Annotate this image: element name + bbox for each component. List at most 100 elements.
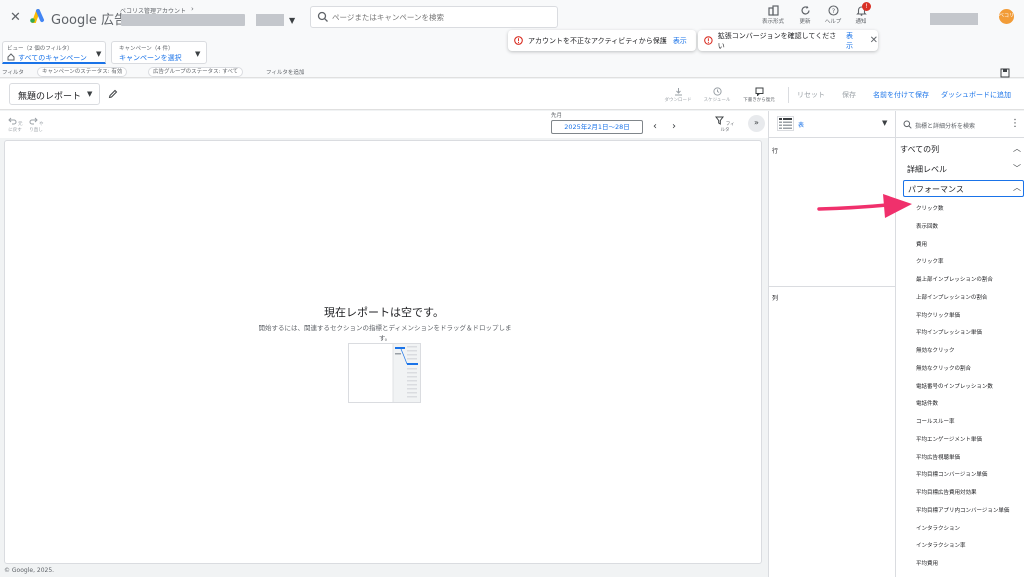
table-icon bbox=[777, 116, 794, 131]
view-mode-icon bbox=[767, 5, 779, 16]
report-toolbar bbox=[0, 79, 1024, 110]
save-as-button[interactable]: 名前を付けて保存 bbox=[873, 90, 929, 100]
undo-icon bbox=[7, 117, 17, 125]
metric-item[interactable]: 費用 bbox=[916, 240, 927, 248]
report-canvas: 現在レポートは空です。 開始するには、関連するセクションの指標とディメンションを… bbox=[4, 140, 762, 564]
user-name-redacted[interactable] bbox=[930, 13, 978, 25]
campaign-selector[interactable]: キャンペーン（4 件） キャンペーンを選択 ▼ bbox=[111, 41, 207, 64]
metric-item[interactable]: インタラクション bbox=[916, 524, 960, 532]
pencil-icon[interactable] bbox=[108, 89, 118, 99]
search-input[interactable] bbox=[332, 10, 552, 24]
date-range-picker[interactable]: 2025年2月1日〜28日 bbox=[551, 120, 643, 134]
panel-divider bbox=[768, 286, 895, 287]
filter-icon bbox=[715, 116, 725, 125]
filter-button[interactable]: フィルタ bbox=[714, 116, 736, 133]
help-button[interactable]: ? ヘルプ bbox=[818, 5, 848, 25]
campaign-selector-value: キャンペーンを選択 bbox=[119, 54, 182, 62]
clock-icon bbox=[712, 87, 722, 96]
reset-button[interactable]: リセット bbox=[797, 90, 825, 100]
metric-item[interactable]: インタラクション率 bbox=[916, 541, 966, 549]
columns-drop-zone-label: 列 bbox=[772, 295, 779, 302]
save-icon[interactable] bbox=[1000, 68, 1010, 78]
search-icon bbox=[317, 11, 328, 22]
chevron-down-icon: ▼ bbox=[87, 90, 93, 98]
account-dropdown-icon[interactable]: ▼ bbox=[289, 16, 295, 25]
chevron-right-icon: › bbox=[191, 5, 194, 13]
chevron-down-icon: ▼ bbox=[96, 50, 102, 58]
metric-item[interactable]: 平均クリック単価 bbox=[916, 311, 960, 319]
more-vert-icon[interactable]: ⋮ bbox=[1010, 118, 1020, 129]
notifications-button[interactable]: 通知 ! bbox=[846, 2, 876, 25]
schedule-button[interactable]: スケジュール bbox=[699, 87, 735, 103]
restore-draft-label: 下書きから復元 bbox=[743, 98, 775, 103]
section-all-columns[interactable]: すべての列 bbox=[900, 144, 939, 155]
metric-item[interactable]: 上部インプレッションの割合 bbox=[916, 293, 987, 301]
view-selector-small: ビュー（2 個のフィルタ） bbox=[7, 46, 73, 52]
error-icon bbox=[514, 36, 523, 45]
error-icon bbox=[704, 36, 713, 45]
add-filter-button[interactable]: フィルタを追加 bbox=[266, 68, 304, 76]
metric-item[interactable]: 無効なクリック bbox=[916, 346, 955, 354]
toast-view-link[interactable]: 表示 bbox=[673, 36, 687, 46]
metric-item[interactable]: 電話件数 bbox=[916, 399, 938, 407]
metric-item[interactable]: 無効なクリックの割合 bbox=[916, 364, 971, 372]
close-icon[interactable]: ✕ bbox=[10, 10, 21, 25]
toast-view-link[interactable]: 表示 bbox=[846, 31, 860, 51]
chevron-up-icon[interactable]: ︿ bbox=[1013, 143, 1021, 154]
notification-badge: ! bbox=[862, 2, 871, 11]
metric-item[interactable]: 平均エンゲージメント単価 bbox=[916, 435, 982, 443]
toolbar-divider bbox=[788, 87, 789, 103]
report-title-dropdown[interactable]: 無題のレポート ▼ bbox=[9, 83, 100, 105]
account-name-redacted[interactable] bbox=[121, 14, 245, 26]
notifications-label: 通知 bbox=[855, 19, 867, 25]
copyright-footer: © Google, 2025. bbox=[4, 567, 55, 574]
metric-item[interactable]: クリック率 bbox=[916, 257, 944, 265]
metric-item[interactable]: 平均インプレッション単価 bbox=[916, 328, 982, 336]
metric-item[interactable]: 平均広告視聴単価 bbox=[916, 453, 960, 461]
filter-chip-campaign-status[interactable]: キャンペーンのステータス: 有効 bbox=[37, 67, 128, 77]
metric-item[interactable]: 平均目標アプリ内コンバージョン単価 bbox=[916, 506, 1009, 514]
metric-item[interactable]: 電話番号のインプレッション数 bbox=[916, 382, 993, 390]
save-button[interactable]: 保存 bbox=[842, 90, 856, 100]
metric-item[interactable]: 平均目標広告費用対効果 bbox=[916, 488, 977, 496]
metric-item[interactable]: コールスルー率 bbox=[916, 417, 955, 425]
metric-item[interactable]: 平均費用 bbox=[916, 559, 938, 567]
schedule-label: スケジュール bbox=[703, 98, 731, 103]
chevron-up-icon[interactable]: ︿ bbox=[1013, 182, 1021, 193]
chevron-right-icon[interactable]: › bbox=[672, 121, 676, 132]
undo-button[interactable]: 元に戻す bbox=[7, 117, 23, 133]
redo-button[interactable]: やり直し bbox=[28, 117, 44, 133]
svg-text:?: ? bbox=[831, 7, 834, 15]
metric-item[interactable]: 最上部インプレッションの割合 bbox=[916, 275, 993, 283]
chevron-left-icon[interactable]: ‹ bbox=[653, 121, 657, 132]
metrics-search[interactable]: 指標と詳細分析を検索 ⋮ bbox=[895, 111, 1024, 138]
report-title: 無題のレポート bbox=[18, 92, 82, 102]
toast-text: 拡張コンバージョンを確認してください bbox=[717, 31, 837, 50]
account-id-redacted[interactable] bbox=[256, 14, 284, 26]
view-selector[interactable]: ビュー（2 個のフィルタ） すべてのキャンペーン ▼ bbox=[2, 41, 106, 64]
close-icon[interactable]: ✕ bbox=[870, 35, 878, 46]
chevron-down-icon[interactable]: ﹀ bbox=[1013, 163, 1021, 174]
add-to-dashboard-button[interactable]: ダッシュボードに追加 bbox=[941, 90, 1011, 100]
campaign-selector-small: キャンペーン（4 件） bbox=[119, 46, 174, 52]
view-mode-button[interactable]: 表示形式 bbox=[758, 5, 788, 25]
restore-draft-button[interactable]: 下書きから復元 bbox=[741, 87, 777, 103]
search-icon bbox=[903, 120, 912, 129]
empty-state-description: 開始するには、関連するセクションの指標とディメンションをドラッグ＆ドロップします… bbox=[258, 324, 512, 342]
download-button[interactable]: ダウンロード bbox=[660, 87, 696, 103]
metric-item[interactable]: クリック数 bbox=[916, 204, 944, 212]
help-icon: ? bbox=[827, 5, 839, 16]
metric-item[interactable]: 表示回数 bbox=[916, 222, 938, 230]
refresh-icon bbox=[800, 5, 810, 15]
section-detail-level[interactable]: 詳細レベル bbox=[907, 164, 947, 175]
filter-chip-adgroup-status[interactable]: 広告グループのステータス: すべて bbox=[148, 67, 244, 77]
refresh-button[interactable]: 更新 bbox=[790, 5, 820, 25]
avatar[interactable]: ベコリス bbox=[999, 9, 1014, 24]
layout-panel bbox=[768, 111, 895, 577]
download-label: ダウンロード bbox=[664, 98, 692, 103]
global-search[interactable] bbox=[310, 6, 558, 28]
redo-icon bbox=[29, 117, 38, 125]
expand-panel-button[interactable]: » bbox=[748, 115, 765, 132]
metric-item[interactable]: 平均目標コンバージョン単価 bbox=[916, 470, 987, 478]
chevron-down-icon: ▼ bbox=[195, 50, 201, 58]
